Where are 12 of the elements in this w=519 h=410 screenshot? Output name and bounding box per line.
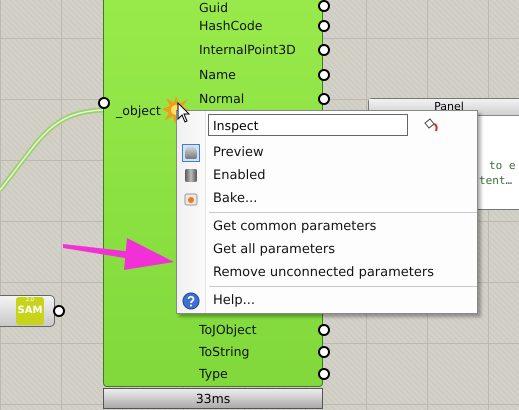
panel-text: tent…: [479, 173, 514, 188]
output-label: Normal: [199, 91, 244, 106]
input-label: _object: [116, 103, 161, 118]
panel-text: to e: [489, 158, 516, 173]
output-label: HashCode: [199, 18, 262, 32]
output-label: Type: [199, 366, 228, 381]
output-label: Name: [199, 66, 236, 82]
output-label: Guid: [199, 0, 228, 15]
timer-bar: 33ms: [103, 388, 323, 409]
output-label: ToString: [199, 344, 250, 359]
output-label: InternalPoint3D: [199, 42, 296, 57]
output-label: ToJObject: [199, 322, 257, 337]
